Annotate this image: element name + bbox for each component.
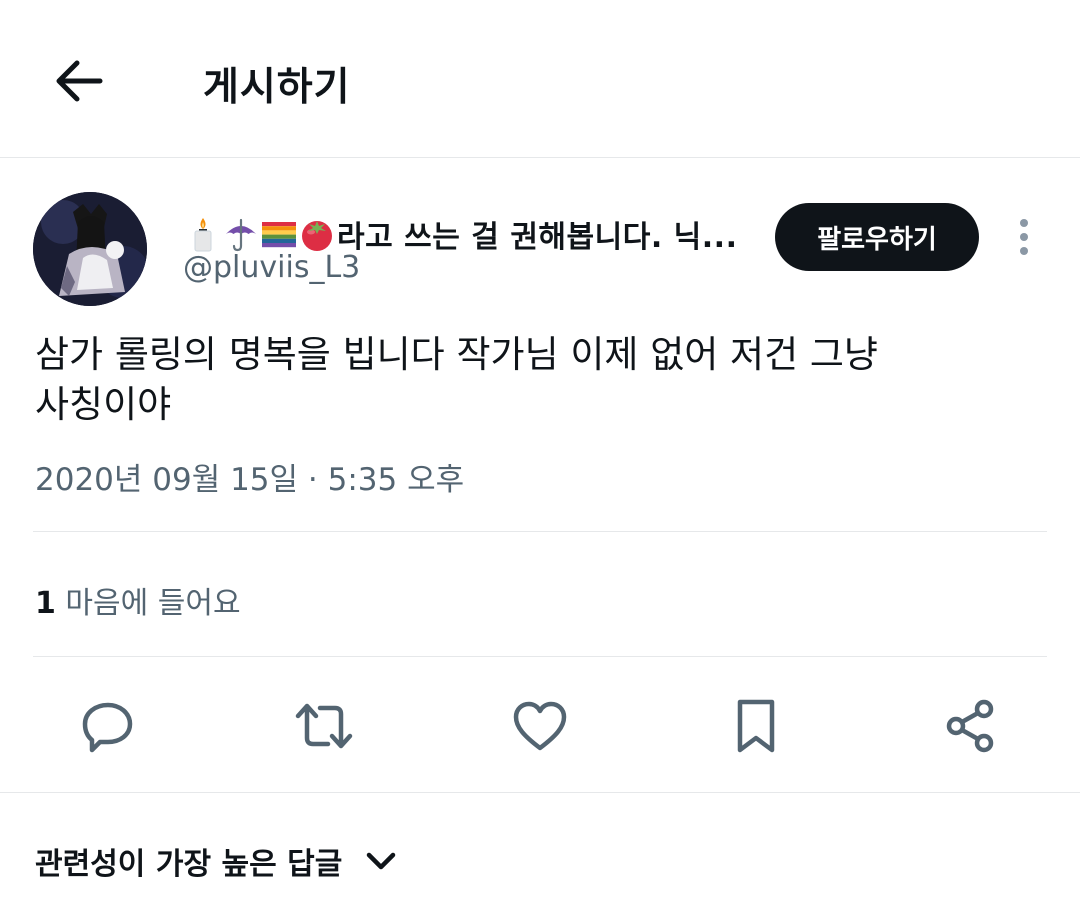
divider xyxy=(33,656,1047,657)
reply-button[interactable] xyxy=(72,690,144,762)
post-text: 삼가 롤링의 명복을 빕니다 작가님 이제 없어 저건 그냥 사칭이야 xyxy=(35,330,1035,430)
page-title: 게시하기 xyxy=(203,65,351,110)
back-button[interactable] xyxy=(50,52,108,110)
reply-icon xyxy=(82,702,133,753)
tomato-emoji xyxy=(302,221,332,251)
author-handle[interactable]: @pluviis_L3 xyxy=(183,250,360,285)
rainbow-flag-emoji xyxy=(262,222,296,248)
more-vertical-icon xyxy=(1020,219,1028,255)
heart-icon xyxy=(513,701,567,751)
follow-button[interactable]: 팔로우하기 xyxy=(775,203,979,271)
retweet-button[interactable] xyxy=(288,690,360,762)
arrow-left-icon xyxy=(56,60,103,102)
umbrella-emoji xyxy=(226,218,256,252)
chevron-down-icon xyxy=(367,852,396,870)
post-text-line: 사칭이야 xyxy=(35,383,172,426)
likes-label: 마음에 들어요 xyxy=(65,586,241,621)
avatar[interactable] xyxy=(33,192,147,306)
top-bar xyxy=(0,0,1080,158)
likes-number: 1 xyxy=(35,586,56,621)
like-button[interactable] xyxy=(504,690,576,762)
share-icon xyxy=(946,699,994,753)
reply-sort-dropdown[interactable]: 관련성이 가장 높은 답글 xyxy=(35,838,398,884)
retweet-icon xyxy=(295,703,353,749)
bookmark-button[interactable] xyxy=(720,690,792,762)
divider xyxy=(0,792,1080,793)
divider xyxy=(33,531,1047,532)
post-text-line: 삼가 롤링의 명복을 빕니다 작가님 이제 없어 저건 그냥 xyxy=(35,333,878,376)
reply-sort-label: 관련성이 가장 높은 답글 xyxy=(35,847,343,882)
post-timestamp[interactable]: 2020년 09월 15일 · 5:35 오후 xyxy=(35,454,464,499)
likes-count[interactable]: 1 마음에 들어요 xyxy=(35,578,241,622)
candle-emoji xyxy=(194,218,212,252)
more-options-button[interactable] xyxy=(1010,215,1038,261)
bookmark-icon xyxy=(737,699,775,753)
share-button[interactable] xyxy=(934,690,1006,762)
author-display-name: 라고 쓰는 걸 권해봅니다. 닉... xyxy=(337,220,738,255)
